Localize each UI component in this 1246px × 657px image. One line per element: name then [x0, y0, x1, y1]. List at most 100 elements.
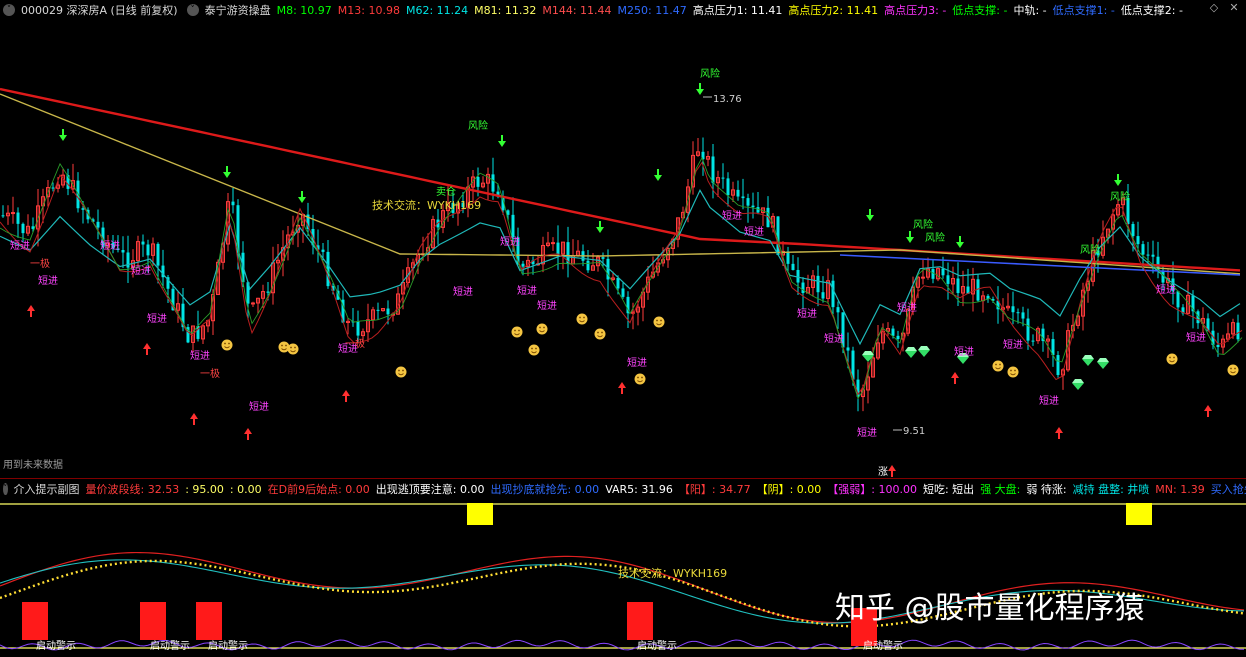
buy-arrow-icon — [244, 428, 252, 440]
restore-icon[interactable]: ◇ — [1208, 2, 1220, 14]
candle — [366, 303, 370, 342]
smiley-icon — [1227, 364, 1239, 376]
candle — [1006, 293, 1010, 311]
hdr-value-3: M81: 11.32 — [474, 3, 537, 17]
candle — [836, 301, 840, 329]
candle — [1056, 351, 1060, 378]
candle — [1181, 304, 1185, 316]
candle — [766, 196, 770, 228]
candle — [696, 138, 700, 157]
risk-label-right-2: 风险 — [925, 231, 945, 244]
candle — [806, 274, 810, 294]
candle — [551, 237, 555, 251]
risk-arrow-icon — [223, 166, 231, 178]
smiley-icon — [576, 313, 588, 325]
signal-label-5: 启动警示 — [863, 639, 903, 652]
candle — [66, 168, 70, 196]
main-chart-header: ˅ 000029 深深房A (日线 前复权) ˅ 泰宁游资操盘 M8: 10.9… — [0, 0, 1246, 19]
short-entry-label: 短进 — [797, 307, 817, 320]
short-entry-label: 短进 — [722, 209, 742, 222]
candle — [981, 290, 985, 313]
short-entry-label: 短进 — [249, 400, 269, 413]
candle — [886, 322, 890, 336]
hdr-value-9: 低点支撑: - — [952, 3, 1008, 17]
candle — [726, 172, 730, 207]
candle — [36, 188, 40, 247]
risk-arrow-icon — [1114, 174, 1122, 186]
candle — [186, 324, 190, 344]
sub-value-13: 减持 盘整: 井喷 — [1072, 482, 1150, 496]
candle — [1221, 334, 1225, 354]
hdr-value-1: M13: 10.98 — [337, 3, 400, 17]
candle — [431, 215, 435, 251]
gem-icon — [1082, 355, 1094, 366]
risk-arrow-icon — [956, 236, 964, 248]
buy-arrow-icon — [27, 305, 35, 317]
candle — [896, 330, 900, 348]
candle — [546, 231, 550, 248]
candle — [1, 205, 5, 218]
risk-label-far-right-2: 风险 — [1080, 243, 1100, 256]
candle — [831, 274, 835, 315]
sub-indicator-values: 量价波段线: 32.53: 95.00: 0.00 在D前9后始点: 0.00 出现… — [86, 481, 1246, 497]
close-icon[interactable]: ✕ — [1228, 2, 1240, 14]
indicator-menu-icon[interactable]: ˅ — [186, 3, 199, 16]
candle — [576, 240, 580, 257]
candle — [556, 225, 560, 270]
hdr-value-4: M144: 11.44 — [542, 3, 612, 17]
candle — [756, 191, 760, 215]
candle — [481, 176, 485, 189]
sub-value-12: 弱 待涨: — [1026, 482, 1067, 496]
smiley-icon — [653, 316, 665, 328]
candle — [716, 170, 720, 197]
smiley-icon — [992, 360, 1004, 372]
chevron-down-icon[interactable]: ˅ — [3, 482, 8, 495]
hdr-value-0: M8: 10.97 — [276, 3, 332, 17]
chevron-down-icon[interactable]: ˅ — [3, 3, 15, 16]
bottom-signal-block — [196, 602, 222, 640]
smiley-icon — [511, 326, 523, 338]
candle — [141, 234, 145, 257]
hdr-value-12: 低点支撑2: - — [1120, 3, 1183, 17]
buy-arrow-icon — [1055, 427, 1063, 439]
candle — [231, 188, 235, 214]
candle — [926, 257, 930, 280]
candle — [26, 214, 30, 236]
candle — [826, 268, 830, 304]
candle — [356, 310, 360, 343]
candle — [1051, 331, 1055, 367]
price-low-marker: 9.51 — [893, 426, 925, 437]
buy-arrow-icon — [143, 343, 151, 355]
candlestick-chart[interactable]: 短进短进短进短进短进短进短进短进短进短进短进短进短进短进短进短进短进短进短进短进… — [0, 19, 1246, 478]
candle — [951, 266, 955, 295]
candle — [811, 270, 815, 297]
oscillator-chart[interactable]: 技术交流：WYKH169 启动警示 启动警示 启动警示 启动警示 启动警示 — [0, 498, 1246, 657]
bottom-signal-block — [627, 602, 653, 640]
short-entry-label: 短进 — [537, 299, 557, 312]
ma8-line — [0, 156, 1243, 400]
sub-value-7: 【阳】: 34.77 — [678, 482, 751, 496]
candle — [126, 235, 130, 284]
candle — [741, 178, 745, 210]
candle — [566, 226, 570, 278]
risk-arrow-icon — [596, 221, 604, 233]
hdr-value-6: 高点压力1: 11.41 — [692, 3, 783, 17]
short-entry-label: 短进 — [100, 239, 120, 252]
short-entry-label: 短进 — [517, 284, 537, 297]
price-high-marker: 13.76 — [703, 94, 742, 105]
short-entry-label: 短进 — [1003, 338, 1023, 351]
signal-label-2: 启动警示 — [150, 639, 190, 652]
hdr-value-11: 低点支撑1: - — [1052, 3, 1115, 17]
buy-arrow-icon — [342, 390, 350, 402]
smiley-icon — [1166, 353, 1178, 365]
sub-chart-title: 介入提示副图 — [13, 482, 80, 496]
candle — [96, 209, 100, 240]
candle — [1236, 314, 1240, 343]
candle — [1036, 326, 1040, 344]
short-entry-label: 短进 — [10, 239, 30, 252]
gem-icon — [1097, 358, 1109, 369]
gem-icon — [1072, 379, 1084, 390]
candle — [621, 282, 625, 299]
candle — [801, 277, 805, 309]
gem-icon — [862, 351, 874, 362]
